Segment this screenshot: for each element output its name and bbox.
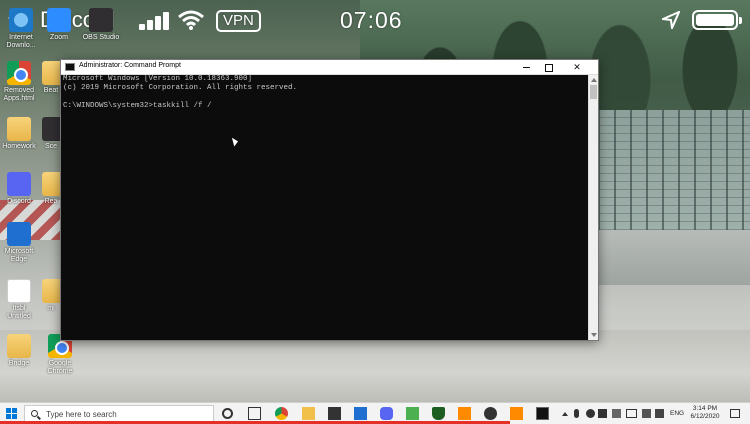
windows-taskbar: Type here to search ENG 3:14 PM 6/12/202… bbox=[0, 402, 750, 424]
console-line: (c) 2019 Microsoft Corporation. All righ… bbox=[63, 84, 298, 92]
battery-tray-icon[interactable] bbox=[626, 409, 637, 418]
desktop-icon-label: Homework bbox=[2, 143, 36, 150]
doc-icon bbox=[7, 279, 31, 303]
battery-icon bbox=[692, 10, 742, 30]
desktop-icon-obs-studio[interactable]: OBS Studio bbox=[82, 8, 120, 42]
discord-icon bbox=[7, 172, 31, 196]
desktop-icon-discord[interactable]: Discord bbox=[0, 172, 38, 206]
cmd-app-icon bbox=[65, 63, 75, 71]
desktop-icon-label: Rea bbox=[44, 198, 58, 205]
maximize-button[interactable] bbox=[538, 60, 560, 75]
location-arrow-icon bbox=[662, 11, 680, 29]
folder-icon bbox=[7, 117, 31, 141]
vlc-icon-2[interactable] bbox=[510, 407, 523, 420]
onedrive-icon[interactable] bbox=[642, 409, 651, 418]
desktop-icon-label: Internet Downlo... bbox=[6, 34, 36, 49]
zoom-icon bbox=[47, 8, 71, 32]
wifi-icon bbox=[178, 10, 204, 30]
console-output[interactable]: Microsoft Windows [Version 10.0.18363.90… bbox=[61, 75, 588, 340]
start-button[interactable] bbox=[6, 408, 17, 419]
edge-icon bbox=[7, 222, 31, 246]
folder-icon bbox=[42, 61, 60, 85]
file-explorer-icon[interactable] bbox=[302, 407, 315, 420]
desktop-icon-label: Microsoft Edge bbox=[4, 248, 34, 263]
background-fence bbox=[598, 110, 750, 230]
desktop-icon-beat[interactable]: Beat bbox=[42, 61, 60, 95]
ie-icon bbox=[9, 8, 33, 32]
desktop-icon-rea[interactable]: Rea bbox=[42, 172, 60, 206]
desktop-icon-label: Sce bbox=[44, 143, 58, 150]
command-prompt-window[interactable]: Administrator: Command Prompt ✕ Microsof… bbox=[60, 59, 599, 341]
desktop-icon-untitled[interactable]: Itsbl Untitled bbox=[0, 279, 38, 321]
console-prompt-line: C:\WINDOWS\system32>taskkill /f / bbox=[63, 102, 212, 110]
action-center-icon[interactable] bbox=[730, 409, 740, 418]
folder-icon bbox=[42, 279, 60, 303]
obs-icon bbox=[89, 8, 113, 32]
desktop-icon-label: Removed Apps.html bbox=[3, 87, 35, 102]
search-icon bbox=[31, 410, 38, 417]
desktop-icon-removed-apps[interactable]: Removed Apps.html bbox=[0, 61, 38, 103]
minecraft-icon[interactable] bbox=[406, 407, 419, 420]
cellular-signal-icon bbox=[139, 10, 169, 30]
desktop-icon-edge[interactable]: Microsoft Edge bbox=[0, 222, 38, 264]
ios-clock: 07:06 bbox=[340, 7, 403, 33]
security-shield-icon[interactable] bbox=[432, 407, 445, 420]
tray-app-icon-2[interactable] bbox=[598, 409, 607, 418]
cortana-icon[interactable] bbox=[222, 408, 233, 419]
folder-icon bbox=[42, 172, 60, 196]
window-titlebar[interactable]: Administrator: Command Prompt ✕ bbox=[61, 60, 598, 75]
task-view-icon[interactable] bbox=[248, 407, 261, 420]
vpn-badge: VPN bbox=[216, 10, 261, 32]
desktop-icon-internet-download[interactable]: Internet Downlo... bbox=[2, 8, 40, 50]
window-title: Administrator: Command Prompt bbox=[79, 62, 181, 69]
vertical-scrollbar[interactable] bbox=[588, 75, 598, 340]
desktop-icon-bridge[interactable]: Bridge bbox=[0, 334, 38, 368]
desktop-icon-mi[interactable]: mi bbox=[42, 279, 60, 313]
desktop-icon-zoom[interactable]: Zoom bbox=[40, 8, 78, 42]
desktop-icon-label: Beat bbox=[43, 87, 59, 94]
discord-taskbar-icon[interactable] bbox=[380, 407, 393, 420]
taskbar-clock[interactable]: 3:14 PM 6/12/2020 bbox=[688, 405, 722, 421]
close-button[interactable]: ✕ bbox=[566, 60, 588, 75]
taskbar-date: 6/12/2020 bbox=[690, 413, 720, 420]
volume-icon[interactable] bbox=[655, 409, 664, 418]
desktop-icon-homework[interactable]: Homework bbox=[0, 117, 38, 151]
desktop-icon-label: Itsbl Untitled bbox=[7, 305, 31, 320]
obs-taskbar-icon[interactable] bbox=[484, 407, 497, 420]
scroll-up-arrow-icon[interactable] bbox=[591, 78, 597, 82]
chrome-icon bbox=[7, 61, 31, 85]
chrome-taskbar-icon[interactable] bbox=[275, 407, 288, 420]
command-prompt-taskbar-icon[interactable] bbox=[536, 407, 549, 420]
microphone-icon[interactable] bbox=[574, 409, 579, 418]
console-line: Microsoft Windows [Version 10.0.18363.90… bbox=[63, 75, 253, 83]
scroll-thumb[interactable] bbox=[590, 85, 597, 99]
minimize-button[interactable] bbox=[516, 60, 538, 75]
desktop-icon-label: Bridge bbox=[8, 360, 30, 367]
background-wall bbox=[598, 230, 750, 285]
desktop-icon-label: mi bbox=[47, 305, 55, 312]
language-indicator[interactable]: ENG bbox=[670, 410, 684, 417]
vlc-icon[interactable] bbox=[458, 407, 471, 420]
search-placeholder: Type here to search bbox=[46, 410, 117, 419]
tray-app-icon[interactable] bbox=[586, 409, 595, 418]
desktop-icon-label: Zoom bbox=[50, 34, 68, 41]
store-icon[interactable] bbox=[328, 407, 341, 420]
mail-icon[interactable] bbox=[354, 407, 367, 420]
desktop-icon-sce[interactable]: Sce bbox=[42, 117, 60, 151]
network-icon[interactable] bbox=[612, 409, 621, 418]
desktop-icon-label: Google Chrome bbox=[47, 360, 73, 375]
folder-icon bbox=[7, 334, 31, 358]
desktop-icon-label: Discord bbox=[7, 198, 31, 205]
taskbar-time: 3:14 PM bbox=[692, 405, 718, 412]
scroll-down-arrow-icon[interactable] bbox=[591, 333, 597, 337]
tray-chevron-up-icon[interactable] bbox=[562, 412, 568, 416]
steam-icon bbox=[42, 117, 60, 141]
desktop-icon-label: OBS Studio bbox=[82, 34, 120, 41]
